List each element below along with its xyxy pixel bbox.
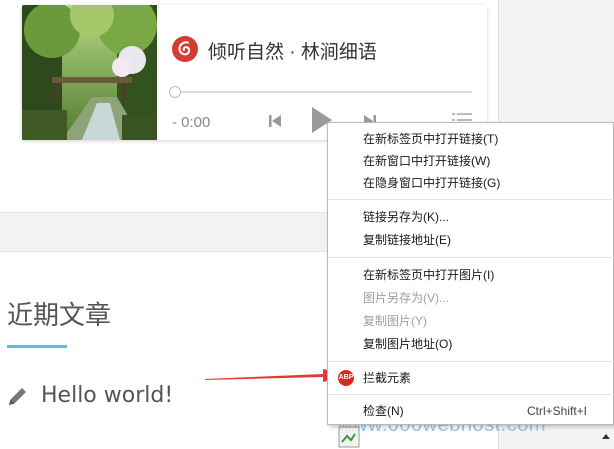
album-cover-image <box>22 5 157 140</box>
progress-bar[interactable] <box>169 86 472 98</box>
recent-posts-heading: 近期文章 <box>7 301 112 331</box>
progress-knob[interactable] <box>169 86 181 98</box>
song-title: 倾听自然 · 林涧细语 <box>208 42 377 63</box>
heading-underline <box>7 345 67 348</box>
menu-inspect[interactable]: 检查(N) Ctrl+Shift+I <box>328 400 613 422</box>
menu-copy-image-address[interactable]: 复制图片地址(O) <box>328 333 613 355</box>
menu-open-link-new-window[interactable]: 在新窗口中打开链接(W) <box>328 150 613 172</box>
menu-copy-image: 复制图片(Y) <box>363 314 427 328</box>
menu-copy-link-address[interactable]: 复制链接地址(E) <box>328 229 613 251</box>
post-title-link[interactable]: Hello world! <box>41 383 173 408</box>
broken-image-icon <box>338 426 360 448</box>
menu-open-link-new-tab[interactable]: 在新标签页中打开链接(T) <box>328 128 613 150</box>
menu-open-image-new-tab[interactable]: 在新标签页中打开图片(I) <box>328 264 613 286</box>
music-player: 倾听自然 · 林涧细语 - 0:00 <box>22 5 487 140</box>
menu-inspect-label: 检查(N) <box>363 404 404 418</box>
menu-separator <box>329 394 614 395</box>
menu-open-link-incognito[interactable]: 在隐身窗口中打开链接(G) <box>328 172 613 194</box>
menu-separator <box>329 361 614 362</box>
menu-separator <box>329 199 614 200</box>
netease-music-icon <box>172 36 198 62</box>
menu-save-link-as[interactable]: 链接另存为(K)... <box>328 206 613 228</box>
menu-save-image-as: 图片另存为(V)... <box>363 291 449 305</box>
menu-block-element-label: 拦截元素 <box>363 371 412 385</box>
scroll-up-arrow-icon[interactable] <box>600 430 612 442</box>
post-list-item[interactable]: Hello world! <box>7 383 173 408</box>
skip-previous-icon[interactable] <box>267 113 283 129</box>
context-menu: 在新标签页中打开链接(T) 在新窗口中打开链接(W) 在隐身窗口中打开链接(G)… <box>327 122 614 425</box>
menu-block-element[interactable]: ABP 拦截元素 <box>328 367 613 389</box>
menu-inspect-shortcut: Ctrl+Shift+I <box>526 404 587 418</box>
album-cover[interactable] <box>22 5 157 140</box>
adblock-icon: ABP <box>338 370 354 386</box>
menu-separator <box>329 257 614 258</box>
elapsed-time: - 0:00 <box>172 114 211 131</box>
pencil-icon <box>9 387 26 405</box>
